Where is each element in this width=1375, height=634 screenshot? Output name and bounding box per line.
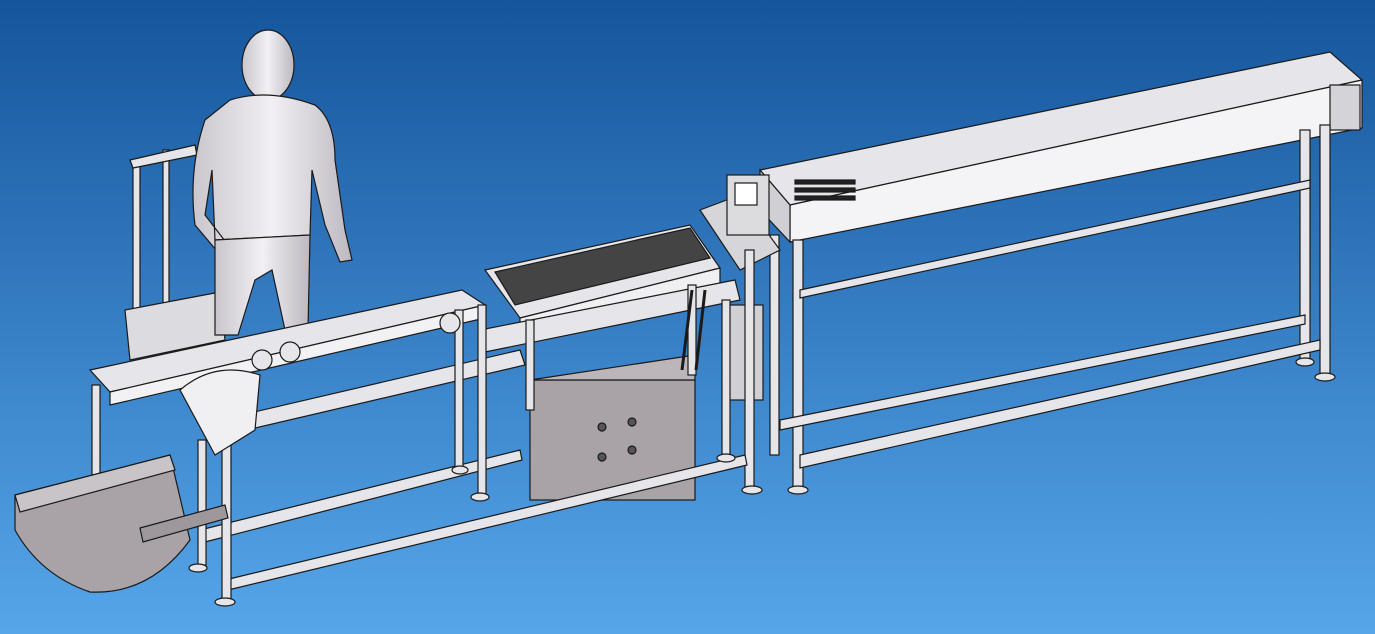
- cad-viewport[interactable]: [0, 0, 1375, 634]
